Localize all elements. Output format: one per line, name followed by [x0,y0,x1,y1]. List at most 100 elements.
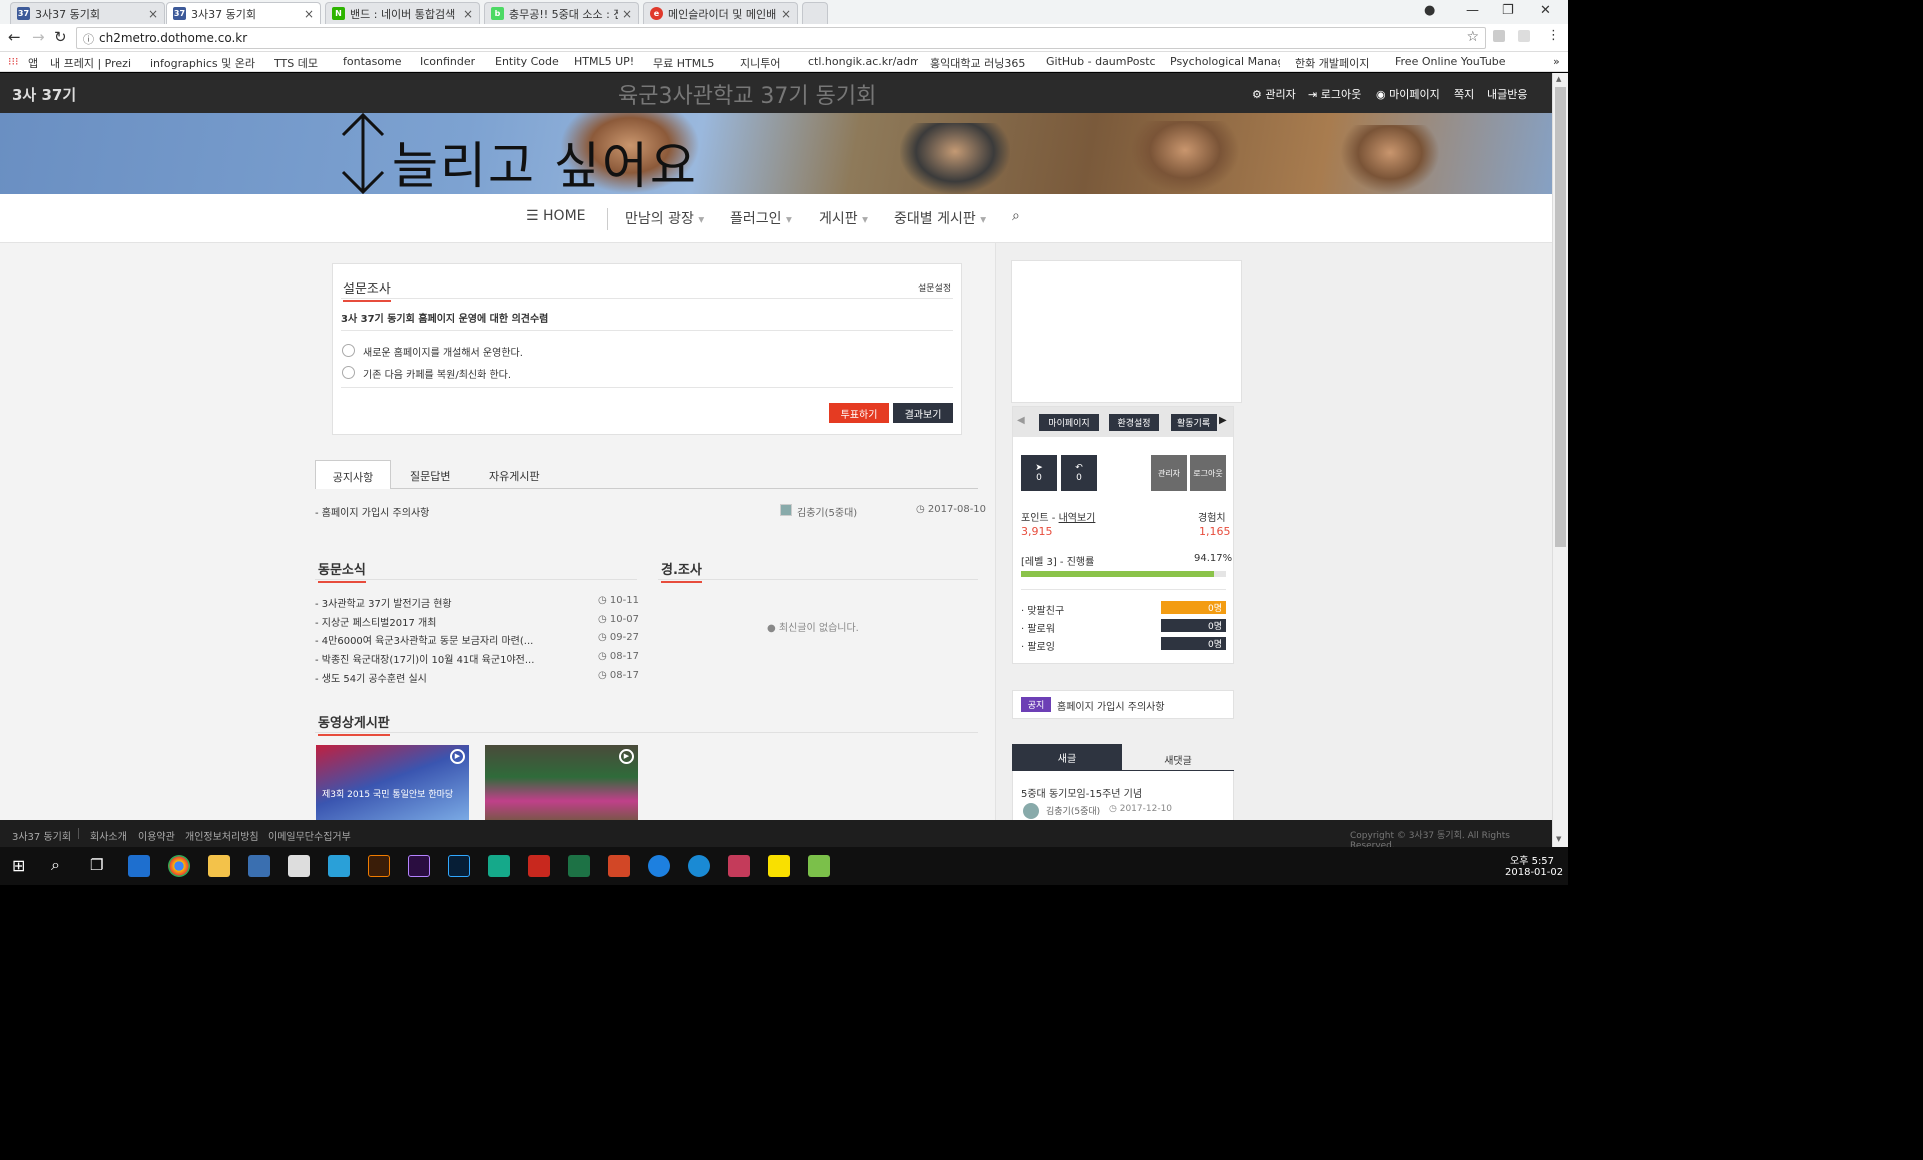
notepad-icon[interactable] [808,855,830,877]
clock-date[interactable]: 2018-01-02 [1505,867,1563,878]
bookmark-item[interactable]: 무료 HTML5 [653,55,714,71]
menu-plaza[interactable]: 만남의 광장 ▾ [625,208,704,228]
search-icon[interactable]: ⌕ [51,855,60,875]
news-item[interactable]: - 4만6000여 육군3사관학교 동문 보금자리 마련(... [315,632,533,647]
bookmark-item[interactable]: 한화 개발페이지 [1295,55,1390,71]
bookmark-item[interactable]: GitHub - daumPostc [1046,55,1161,68]
bookmark-item[interactable]: HTML5 UP! [574,55,634,68]
excel-icon[interactable] [568,855,590,877]
teamviewer-icon[interactable] [688,855,710,877]
close-icon[interactable]: × [463,7,473,21]
browser-tab[interactable]: N 밴드 : 네이버 통합검색 × [325,2,480,24]
bookmark-item[interactable]: fontasome [343,55,402,68]
poll-settings-link[interactable]: 설문설정 [918,281,951,294]
scroll-thumb[interactable] [1555,87,1566,547]
scroll-up-icon[interactable]: ▲ [1556,75,1561,83]
reload-icon[interactable]: ↻ [54,28,67,46]
send-message-button[interactable]: ➤ 0 [1021,455,1057,491]
footer-brand[interactable]: 3사37 동기회 [12,828,71,843]
tab-qna[interactable]: 질문답변 [410,468,450,484]
stat-value[interactable]: 0명 [1161,637,1226,650]
close-icon[interactable]: × [781,7,791,21]
apps-icon[interactable]: ⁝⁝⁝ [8,55,19,68]
search-icon[interactable]: ⌕ [1012,208,1020,224]
news-item[interactable]: - 지상군 페스티벌2017 개최 [315,614,436,629]
maximize-icon[interactable]: ❐ [1502,3,1514,18]
illustrator-icon[interactable] [368,855,390,877]
url-input[interactable]: ⓘ ch2metro.dothome.co.kr ☆ [76,27,1486,49]
menu-icon[interactable]: ⋮ [1547,28,1560,43]
poll-option-radio[interactable] [342,366,355,379]
browser-tab[interactable]: e 메인슬라이더 및 메인배 × [643,2,798,24]
footer-link[interactable]: 개인정보처리방침 [185,828,259,843]
logout-button[interactable]: 로그아웃 [1190,455,1226,491]
tab-notice[interactable]: 공지사항 [315,460,391,489]
close-window-icon[interactable]: ✕ [1540,3,1551,18]
bookmark-item[interactable]: TTS 데모 [274,55,318,71]
minimize-icon[interactable]: — [1466,3,1479,18]
notice-post-title[interactable]: - 홈페이지 가입시 주의사항 [315,504,429,519]
history-link[interactable]: 내역보기 [1059,513,1096,524]
app-icon[interactable] [328,855,350,877]
app-icon[interactable] [648,855,670,877]
windows-start-icon[interactable]: ⊞ [12,856,25,875]
footer-link[interactable]: 회사소개 [90,828,127,843]
bookmark-item[interactable]: 지니투어 [740,55,780,71]
more-bookmarks-icon[interactable]: » [1553,55,1560,68]
notice-post-author[interactable]: 김충기(5중대) [797,504,857,519]
kakaotalk-icon[interactable] [768,855,790,877]
menu-board[interactable]: 게시판 ▾ [819,208,868,228]
bookmark-item[interactable]: 홍익대학교 러닝365 [930,55,1040,71]
edge-icon[interactable] [128,855,150,877]
close-icon[interactable]: × [304,7,314,21]
profile-icon[interactable]: ● [1424,3,1435,18]
video-thumbnail[interactable]: ▶ [485,745,638,820]
news-item[interactable]: - 3사관학교 37기 발전기금 현황 [315,595,452,610]
tab-new-posts[interactable]: 새글 [1012,744,1122,771]
poll-option-radio[interactable] [342,344,355,357]
reactions-link[interactable]: 내글반응 [1487,86,1527,102]
powerpoint-icon[interactable] [608,855,630,877]
new-post-title[interactable]: 5중대 동기모임-15주년 기념 [1021,785,1142,800]
play-icon[interactable]: ▶ [619,749,634,764]
footer-link[interactable]: 이용약관 [138,828,175,843]
forward-icon[interactable]: → [32,28,45,46]
sidebar-notice[interactable]: 공지 홈페이지 가입시 주의사항 [1012,690,1234,719]
reply-button[interactable]: ↶ 0 [1061,455,1097,491]
back-icon[interactable]: ← [8,28,21,46]
file-explorer-icon[interactable] [208,855,230,877]
slider-next-icon[interactable]: ▶ [1219,415,1227,426]
footer-link[interactable]: 이메일무단수집거부 [268,828,351,843]
mail-icon[interactable] [288,855,310,877]
slider-settings-button[interactable]: 환경설정 [1109,414,1159,431]
bookmark-item[interactable]: 앱 [28,55,38,71]
extension-icon[interactable] [1518,30,1530,42]
extension-icon[interactable] [1493,30,1505,42]
page-scrollbar[interactable]: ▲ ▼ [1552,73,1568,847]
message-link[interactable]: 쪽지 [1454,86,1474,102]
browser-tab[interactable]: 37 3사37 동기회 × [10,2,165,24]
admin-button[interactable]: 관리자 [1151,455,1187,491]
bookmark-star-icon[interactable]: ☆ [1466,29,1479,45]
acrobat-icon[interactable] [528,855,550,877]
premiere-icon[interactable] [408,855,430,877]
app-icon[interactable] [728,855,750,877]
chrome-icon[interactable] [168,855,190,877]
logout-link[interactable]: ⇥ 로그아웃 [1308,86,1361,102]
new-tab-button[interactable] [802,2,828,24]
bookmark-item[interactable]: Iconfinder [420,55,475,68]
bookmark-item[interactable]: Free Online YouTube [1395,55,1505,68]
bookmark-item[interactable]: infographics 및 온라 [150,55,265,71]
menu-plugin[interactable]: 플러그인 ▾ [730,208,792,228]
photoshop-icon[interactable] [448,855,470,877]
slider-activity-button[interactable]: 활동기록 [1171,414,1217,431]
play-icon[interactable]: ▶ [450,749,465,764]
results-button[interactable]: 결과보기 [893,403,953,423]
bookmark-item[interactable]: 내 프레지 | Prezi [50,55,145,71]
slider-prev-icon[interactable]: ◀ [1017,415,1025,426]
bookmark-item[interactable]: ctl.hongik.ac.kr/adm [808,55,918,68]
stat-value[interactable]: 0명 [1161,601,1226,614]
menu-company-board[interactable]: 중대별 게시판 ▾ [894,208,986,228]
video-thumbnail[interactable]: 제3회 2015 국민 통일안보 한마당 ▶ [316,745,469,820]
slider-mypage-button[interactable]: 마이페이지 [1039,414,1099,431]
